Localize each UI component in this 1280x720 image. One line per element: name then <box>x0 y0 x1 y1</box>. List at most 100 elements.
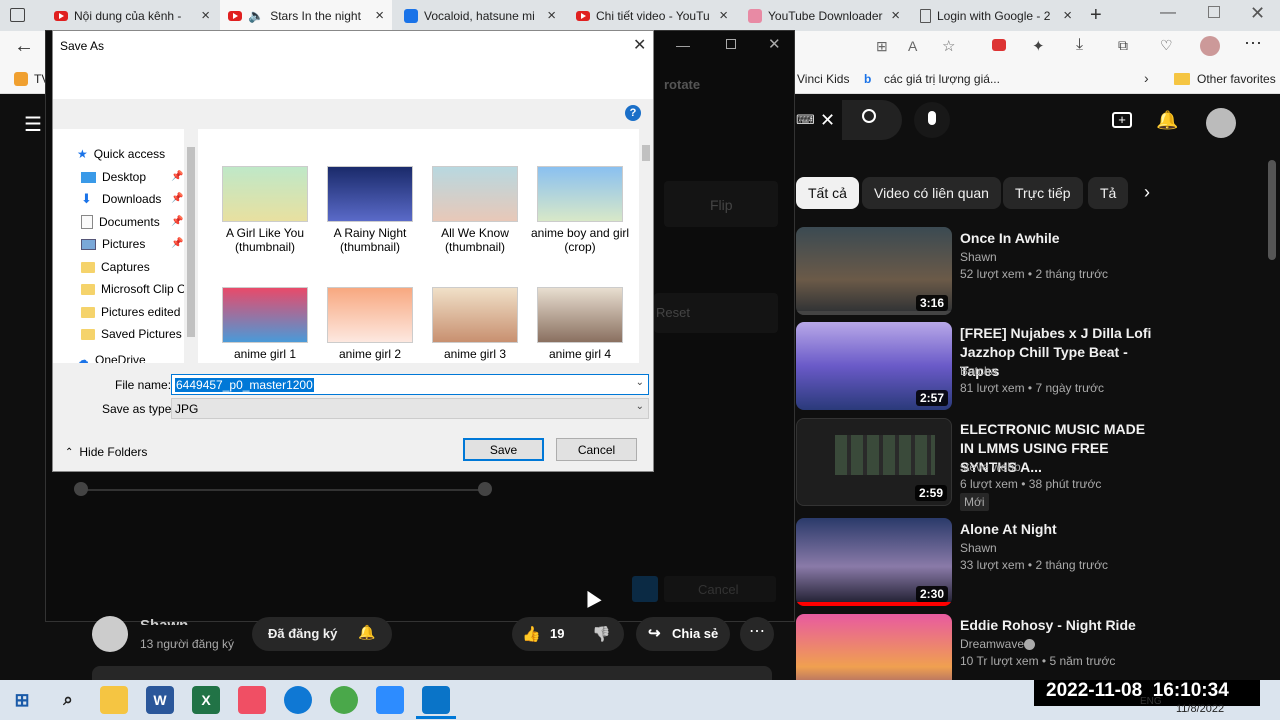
search-icon[interactable]: ⌕ <box>54 686 82 714</box>
file-item[interactable]: anime girl 4 <box>530 287 630 361</box>
chevron-down-icon[interactable]: ⌄ <box>636 377 644 388</box>
maximize-icon[interactable] <box>726 39 736 49</box>
app-icon[interactable] <box>238 686 266 714</box>
tab-actions-icon[interactable] <box>10 8 25 22</box>
file-item[interactable]: anime girl 2 <box>320 287 420 361</box>
nav-quick-access[interactable]: ★ Quick access <box>77 144 165 164</box>
nav-downloads[interactable]: ⬇ Downloads <box>81 189 161 209</box>
search-button[interactable] <box>842 100 902 140</box>
chip-related[interactable]: Video có liên quan <box>862 177 1001 209</box>
channel-avatar[interactable] <box>92 616 128 652</box>
video-channel[interactable]: Butcha <box>960 364 997 378</box>
related-video[interactable]: 2:59 ELECTRONIC MUSIC MADE IN LMMS USING… <box>796 418 1266 511</box>
back-icon[interactable]: ← <box>14 35 34 58</box>
profile-avatar[interactable] <box>1200 36 1220 56</box>
slider-handle[interactable] <box>74 482 88 496</box>
video-thumbnail[interactable]: 2:57 <box>796 322 952 410</box>
save-button[interactable]: Save <box>463 438 544 461</box>
nav-onedrive[interactable]: ☁ OneDrive <box>77 353 146 363</box>
more-actions-icon[interactable]: ⋯ <box>740 617 774 651</box>
dislike-icon[interactable]: 👎 <box>592 625 611 643</box>
description-box[interactable] <box>92 666 772 680</box>
close-tab-icon[interactable]: × <box>201 7 210 24</box>
nav-pictures[interactable]: Pictures <box>81 234 145 254</box>
windows-start-icon[interactable]: ⊞ <box>8 686 36 714</box>
minimize-icon[interactable]: — <box>1160 4 1176 22</box>
video-thumbnail[interactable]: 2:30 <box>796 518 952 606</box>
nav-pictures-edited[interactable]: Pictures edited <box>81 302 180 322</box>
nav-scrollbar[interactable] <box>184 129 198 363</box>
file-item[interactable]: A Girl Like You (thumbnail) <box>215 166 315 254</box>
file-item[interactable]: anime girl 3 <box>425 287 525 361</box>
close-tab-icon[interactable]: × <box>547 7 556 24</box>
browser-tab[interactable]: Login with Google - 2 × <box>912 0 1080 31</box>
file-item[interactable]: anime girl 1 <box>215 287 315 361</box>
file-explorer-icon[interactable] <box>100 686 128 714</box>
like-icon[interactable]: 👍 <box>522 625 541 643</box>
notifications-bell-icon[interactable]: 🔔 <box>1156 110 1178 131</box>
extension-icon[interactable] <box>992 39 1006 51</box>
chevron-right-icon[interactable]: › <box>1144 182 1150 203</box>
flip-button[interactable]: Flip <box>664 181 778 227</box>
video-title[interactable]: Eddie Rohosy - Night Ride <box>960 616 1160 635</box>
video-thumbnail[interactable]: 3:16 <box>796 227 952 315</box>
edge-icon[interactable] <box>284 686 312 714</box>
excel-icon[interactable]: X <box>192 686 220 714</box>
word-icon[interactable]: W <box>146 686 174 714</box>
nav-captures[interactable]: Captures <box>81 257 150 277</box>
hide-folders-toggle[interactable]: ⌃ Hide Folders <box>65 445 147 459</box>
extensions-icon[interactable]: ✦ <box>1032 37 1045 55</box>
nav-documents[interactable]: Documents <box>81 212 160 232</box>
account-avatar[interactable] <box>1206 108 1236 138</box>
voice-search-button[interactable] <box>914 102 950 138</box>
nav-saved-pictures[interactable]: Saved Pictures <box>81 324 182 344</box>
read-aloud-icon[interactable]: A <box>908 38 917 54</box>
editor-cancel-button[interactable]: Cancel <box>664 576 776 602</box>
browser-tab-active[interactable]: 🔈 Stars In the night × <box>220 0 392 31</box>
page-scrollbar[interactable] <box>1268 160 1276 260</box>
reset-button[interactable]: Reset <box>654 293 778 333</box>
close-window-icon[interactable]: ✕ <box>1250 3 1265 24</box>
app-icon[interactable] <box>330 686 358 714</box>
related-video[interactable]: 2:57 [FREE] Nujabes x J Dilla Lofi Jazzh… <box>796 322 1266 412</box>
close-tab-icon[interactable]: × <box>375 7 384 24</box>
video-channel[interactable]: Shawn <box>960 541 997 555</box>
share-button[interactable]: ↪ Chia sẻ <box>636 617 730 651</box>
video-thumbnail[interactable]: 2:59 <box>796 418 952 506</box>
nav-microsoft-clip[interactable]: Microsoft Clip O <box>81 279 186 299</box>
browser-tab[interactable]: Nội dung của kênh - × <box>46 0 218 31</box>
file-name-input[interactable]: 6449457_p0_master1200 ⌄ <box>171 374 649 395</box>
close-tab-icon[interactable]: × <box>891 7 900 24</box>
other-favorites-link[interactable]: Other favorites <box>1197 72 1276 86</box>
slider-handle[interactable] <box>478 482 492 496</box>
language-indicator[interactable]: ENG <box>1140 696 1162 707</box>
save-type-select[interactable]: JPG ⌄ <box>171 398 649 419</box>
video-title[interactable]: Alone At Night <box>960 520 1160 539</box>
video-channel[interactable]: Dreamwave <box>960 637 1024 651</box>
chip-all[interactable]: Tất cả <box>796 177 859 209</box>
more-menu-icon[interactable]: ⋯ <box>1244 33 1262 54</box>
help-icon[interactable]: ? <box>625 105 641 121</box>
favorite-link[interactable]: Vinci Kids <box>797 72 849 86</box>
close-window-icon[interactable]: ✕ <box>768 35 781 53</box>
downloads-icon[interactable]: ⤓ <box>1076 36 1083 54</box>
browser-tab[interactable]: Vocaloid, hatsune mi × <box>396 0 564 31</box>
hamburger-menu-icon[interactable]: ☰ <box>24 112 42 137</box>
channel-name[interactable]: Shawn <box>140 617 188 625</box>
video-title[interactable]: Once In Awhile <box>960 229 1160 248</box>
performance-icon[interactable]: ♡ <box>1160 37 1173 54</box>
related-video[interactable]: 2:30 Alone At Night Shawn 33 lượt xem • … <box>796 518 1266 608</box>
confirm-check-button[interactable] <box>632 576 658 602</box>
browser-tab[interactable]: Chi tiết video - YouTu × <box>568 0 736 31</box>
nav-desktop[interactable]: Desktop <box>81 167 146 187</box>
minimize-icon[interactable]: — <box>676 37 690 53</box>
cancel-button[interactable]: Cancel <box>556 438 637 461</box>
related-video[interactable]: 3:16 Once In Awhile Shawn 52 lượt xem • … <box>796 227 1266 317</box>
subscribed-button[interactable]: Đã đăng ký 🔔 <box>252 617 392 651</box>
web-capture-icon[interactable]: ⧉ <box>1118 37 1128 54</box>
close-tab-icon[interactable]: × <box>719 7 728 24</box>
favorite-link[interactable]: các giá trị lượng giá... <box>884 72 1000 86</box>
files-scrollbar[interactable] <box>639 129 653 363</box>
apps-icon[interactable]: ⊞ <box>876 38 888 55</box>
slider-track[interactable] <box>80 489 486 491</box>
